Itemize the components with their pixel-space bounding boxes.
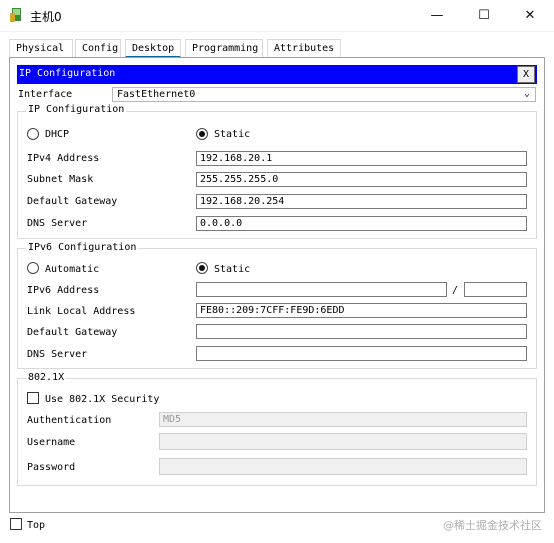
tab-physical[interactable]: Physical xyxy=(9,39,73,57)
dhcp-label: DHCP xyxy=(45,129,70,140)
username-label: Username xyxy=(27,437,76,448)
ipv6-static-label: Static xyxy=(214,264,251,275)
ipv4-default-gateway-input[interactable]: 192.168.20.254 xyxy=(196,194,527,209)
ipv4-dns-server-input[interactable]: 0.0.0.0 xyxy=(196,216,527,231)
ipv6-dns-server-input[interactable] xyxy=(196,346,527,361)
ipv6-default-gateway-input[interactable] xyxy=(196,324,527,339)
use-dot1x-checkbox[interactable] xyxy=(27,392,39,404)
tab-label: Programming xyxy=(192,43,259,54)
password-input[interactable] xyxy=(159,458,527,475)
maximize-icon: ☐ xyxy=(478,7,490,23)
ipv6-prefix-input[interactable] xyxy=(464,282,527,297)
ip-config-header-title: IP Configuration xyxy=(19,68,116,79)
tab-config[interactable]: Config xyxy=(75,39,121,57)
password-label: Password xyxy=(27,462,76,473)
ipv6-address-label: IPv6 Address xyxy=(27,285,100,296)
subnet-mask-label: Subnet Mask xyxy=(27,174,94,185)
automatic-radio[interactable] xyxy=(27,262,39,274)
automatic-label: Automatic xyxy=(45,264,100,275)
chevron-down-icon: ⌄ xyxy=(523,88,531,99)
prefix-separator: / xyxy=(452,285,459,296)
close-icon: ✕ xyxy=(524,7,536,23)
top-checkbox[interactable] xyxy=(10,518,22,530)
tab-attributes[interactable]: Attributes xyxy=(267,39,341,57)
pc-app-icon xyxy=(10,8,21,22)
link-local-input[interactable]: FE80::209:7CFF:FE9D:6EDD xyxy=(196,303,527,318)
window-title: 主机0 xyxy=(30,10,62,24)
minimize-button[interactable]: — xyxy=(414,0,460,30)
subnet-mask-input[interactable]: 255.255.255.0 xyxy=(196,172,527,187)
dot1x-group-title: 802.1X xyxy=(26,372,67,383)
authentication-select[interactable]: MD5 xyxy=(159,412,527,427)
close-window-button[interactable]: ✕ xyxy=(507,0,553,30)
interface-select[interactable]: FastEthernet0 ⌄ xyxy=(112,87,536,102)
watermark: @稀土掘金技术社区 xyxy=(443,519,542,532)
tab-programming[interactable]: Programming xyxy=(185,39,263,57)
ipv6-address-input[interactable] xyxy=(196,282,447,297)
static-label: Static xyxy=(214,129,251,140)
ipv6-static-radio[interactable] xyxy=(196,262,208,274)
ip-config-close-label: X xyxy=(522,69,530,80)
ipv4-address-input[interactable]: 192.168.20.1 xyxy=(196,151,527,166)
ipv6-default-gateway-label: Default Gateway xyxy=(27,327,118,338)
ip-config-header: IP Configuration X xyxy=(17,65,537,84)
maximize-button[interactable]: ☐ xyxy=(461,0,507,30)
link-local-label: Link Local Address xyxy=(27,306,136,317)
interface-selected-value: FastEthernet0 xyxy=(117,89,196,100)
dhcp-radio[interactable] xyxy=(27,128,39,140)
ip-config-close-button[interactable]: X xyxy=(517,66,535,83)
tab-bar: Physical Config Desktop Programming Attr… xyxy=(9,39,545,58)
title-bar: 主机0 — ☐ ✕ xyxy=(0,0,554,32)
ipv4-default-gateway-label: Default Gateway xyxy=(27,196,118,207)
ipv4-group-title: IP Configuration xyxy=(26,104,127,115)
tab-label: Config xyxy=(82,43,119,54)
top-label: Top xyxy=(27,520,46,531)
ipv4-dns-server-label: DNS Server xyxy=(27,218,88,229)
use-dot1x-label: Use 802.1X Security xyxy=(45,394,160,405)
authentication-label: Authentication xyxy=(27,415,112,426)
ipv6-dns-server-label: DNS Server xyxy=(27,349,88,360)
interface-label: Interface xyxy=(18,89,73,100)
minimize-icon: — xyxy=(430,7,444,23)
ipv4-address-label: IPv4 Address xyxy=(27,153,100,164)
static-radio[interactable] xyxy=(196,128,208,140)
tab-label: Physical xyxy=(16,43,65,54)
username-input[interactable] xyxy=(159,433,527,450)
tab-label: Attributes xyxy=(274,43,335,54)
tab-desktop[interactable]: Desktop xyxy=(125,39,181,58)
ipv6-group-title: IPv6 Configuration xyxy=(26,242,139,253)
tab-label: Desktop xyxy=(132,42,175,54)
